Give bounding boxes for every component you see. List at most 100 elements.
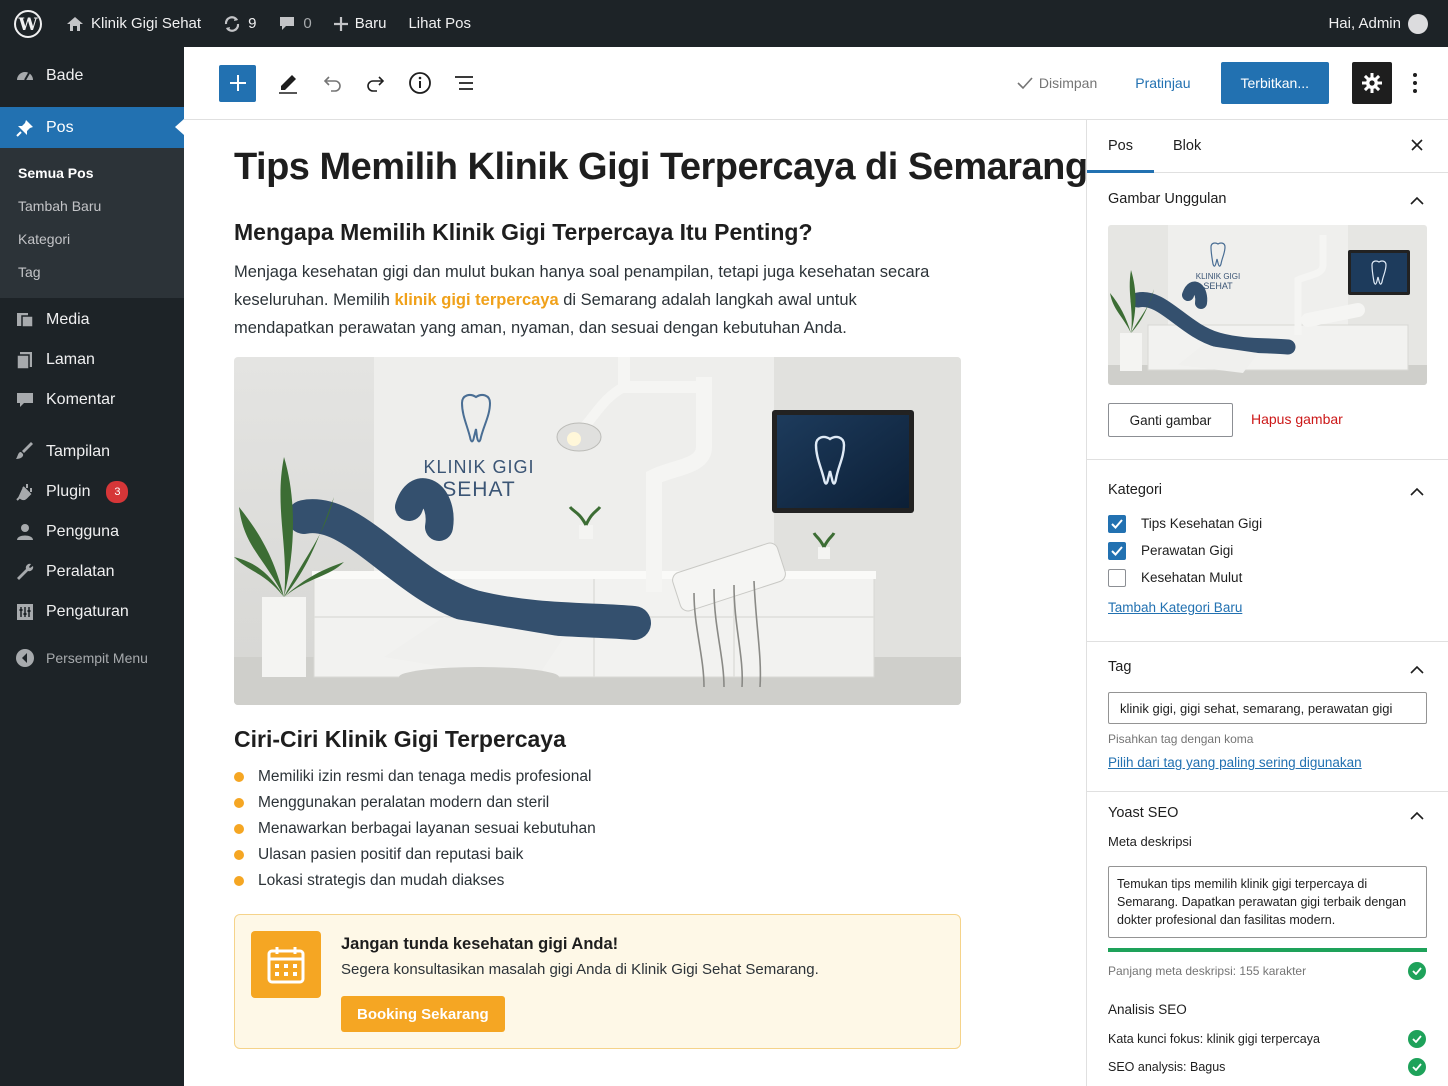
replace-image-button[interactable]: Ganti gambar	[1108, 403, 1233, 437]
list-item: Menggunakan peralatan modern dan steril	[234, 790, 596, 816]
panel-title: Yoast SEO	[1108, 805, 1179, 821]
sidebar-item-media[interactable]: Media	[0, 300, 184, 340]
meta-description-field[interactable]: Temukan tips memilih klinik gigi terperc…	[1108, 866, 1427, 938]
account-menu[interactable]: Hai, Admin	[1317, 0, 1448, 47]
panel-toggle[interactable]: Tag	[1087, 642, 1448, 692]
submenu-categories[interactable]: Kategori	[0, 222, 184, 255]
posts-submenu: Semua Pos Tambah Baru Kategori Tag	[0, 148, 184, 298]
admin-sidebar: Bade Pos Semua Pos Tambah Baru Kategori …	[0, 47, 184, 1086]
meta-length-row: Panjang meta deskripsi: 155 karakter	[1087, 960, 1448, 982]
booking-button[interactable]: Booking Sekarang	[341, 996, 505, 1032]
gear-icon	[1362, 73, 1382, 93]
updates-link[interactable]: 9	[212, 0, 267, 47]
pages-icon	[14, 350, 36, 370]
tools-button[interactable]	[269, 65, 306, 102]
sign-line-2: SEHAT	[442, 478, 515, 501]
list-view-button[interactable]	[445, 65, 482, 102]
panel-toggle[interactable]: Gambar Unggulan	[1087, 173, 1448, 225]
image-block[interactable]: KLINIK GIGI SEHAT	[234, 357, 961, 705]
tags-input[interactable]: klinik gigi, gigi sehat, semarang, peraw…	[1108, 692, 1427, 724]
featured-image-thumbnail[interactable]: KLINIK GIGI SEHAT	[1108, 225, 1427, 385]
comment-icon	[280, 17, 295, 30]
check-circle-icon	[1408, 1058, 1426, 1076]
tab-block[interactable]: Blok	[1173, 120, 1201, 173]
checkbox-checked[interactable]	[1108, 514, 1126, 533]
site-name-link[interactable]: Klinik Gigi Sehat	[55, 0, 212, 47]
close-icon[interactable]	[1410, 138, 1424, 156]
sidebar-item-posts[interactable]: Pos	[0, 107, 184, 148]
new-content-link[interactable]: Baru	[323, 0, 398, 47]
settings-tabs: Pos Blok	[1087, 120, 1448, 173]
paragraph-block[interactable]: Menjaga kesehatan gigi dan mulut bukan h…	[234, 258, 944, 342]
category-label: Kesehatan Mulut	[1141, 570, 1243, 585]
sidebar-item-appearance[interactable]: Tampilan	[0, 432, 184, 472]
post-title[interactable]: Tips Memilih Klinik Gigi Terpercaya di S…	[234, 146, 1086, 189]
meta-length-text: Panjang meta deskripsi: 155 karakter	[1108, 964, 1307, 978]
sidebar-item-pages[interactable]: Laman	[0, 340, 184, 380]
cta-text: Segera konsultasikan masalah gigi Anda d…	[341, 961, 819, 978]
category-checkbox-row[interactable]: Kesehatan Mulut	[1087, 564, 1448, 591]
heading-block[interactable]: Mengapa Memilih Klinik Gigi Terpercaya I…	[234, 219, 813, 246]
updates-icon	[224, 15, 240, 32]
submenu-tags[interactable]: Tag	[0, 255, 184, 288]
sidebar-item-comments[interactable]: Komentar	[0, 380, 184, 420]
comments-link[interactable]: 0	[267, 0, 322, 47]
settings-sidebar: Pos Blok Gambar Unggulan KLINIK GIGI SEH…	[1086, 120, 1448, 1086]
greeting-label: Hai, Admin	[1328, 15, 1401, 32]
heading-block[interactable]: Ciri-Ciri Klinik Gigi Terpercaya	[234, 726, 566, 753]
sidebar-item-plugins[interactable]: Plugin 3	[0, 472, 184, 512]
saved-indicator: Disimpan	[1017, 75, 1097, 91]
view-post-link[interactable]: Lihat Pos	[397, 0, 482, 47]
checkbox-checked[interactable]	[1108, 541, 1126, 560]
publish-button[interactable]: Terbitkan...	[1220, 62, 1329, 104]
settings-toggle-button[interactable]	[1352, 62, 1392, 104]
remove-image-button[interactable]: Hapus gambar	[1251, 411, 1343, 427]
bullet-icon	[234, 876, 244, 886]
tab-post[interactable]: Pos	[1087, 120, 1154, 173]
details-button[interactable]	[401, 65, 438, 102]
preview-button[interactable]: Pratinjau	[1135, 75, 1190, 91]
popular-tags-link[interactable]: Pilih dari tag yang paling sering diguna…	[1087, 755, 1448, 770]
check-circle-icon	[1408, 962, 1426, 980]
category-label: Perawatan Gigi	[1141, 543, 1234, 558]
wordpress-logo-icon[interactable]: W	[0, 0, 55, 47]
panel-toggle[interactable]: Yoast SEO	[1087, 792, 1448, 834]
list-block[interactable]: Memiliki izin resmi dan tenaga medis pro…	[234, 764, 596, 894]
tags-help-text: Pisahkan tag dengan koma	[1108, 732, 1254, 746]
cta-block[interactable]: Jangan tunda kesehatan gigi Anda! Segera…	[234, 914, 961, 1049]
keyword-link[interactable]: klinik gigi terpercaya	[395, 291, 559, 309]
redo-button[interactable]	[357, 65, 394, 102]
sidebar-item-settings[interactable]: Pengaturan	[0, 592, 184, 632]
yoast-seo-panel: Yoast SEO Meta deskripsi Temukan tips me…	[1087, 792, 1448, 1080]
focus-keyword-row: Kata kunci fokus: klinik gigi terpercaya	[1087, 1026, 1448, 1052]
meta-length-progress	[1108, 948, 1427, 952]
submenu-add-new[interactable]: Tambah Baru	[0, 189, 184, 222]
sidebar-item-users[interactable]: Pengguna	[0, 512, 184, 552]
sidebar-item-dashboard[interactable]: Bade	[0, 56, 184, 96]
undo-button[interactable]	[313, 65, 350, 102]
info-icon	[408, 72, 431, 94]
add-category-link[interactable]: Tambah Kategori Baru	[1087, 600, 1448, 615]
checkbox-unchecked[interactable]	[1108, 568, 1126, 587]
focus-keyword-text: Kata kunci fokus: klinik gigi terpercaya	[1108, 1032, 1320, 1046]
seo-score-text: SEO analysis: Bagus	[1108, 1060, 1226, 1074]
site-name-label: Klinik Gigi Sehat	[91, 15, 202, 32]
collapse-menu-button[interactable]: Persempit Menu	[0, 638, 184, 678]
block-inserter-button[interactable]	[219, 64, 256, 102]
sign-line-1: KLINIK GIGI	[423, 457, 534, 477]
sidebar-item-label: Pos	[46, 118, 74, 136]
list-item: Ulasan pasien positif dan reputasi baik	[234, 842, 596, 868]
check-icon	[1017, 77, 1033, 90]
sidebar-item-label: Media	[46, 311, 90, 328]
submenu-all-posts[interactable]: Semua Pos	[0, 156, 184, 189]
sidebar-item-tools[interactable]: Peralatan	[0, 552, 184, 592]
panel-toggle[interactable]: Kategori	[1087, 470, 1448, 510]
category-checkbox-row[interactable]: Perawatan Gigi	[1087, 537, 1448, 564]
sidebar-item-label: Bade	[46, 67, 84, 84]
check-circle-icon	[1408, 1030, 1426, 1048]
panel-title: Tag	[1108, 659, 1132, 675]
category-checkbox-row[interactable]: Tips Kesehatan Gigi	[1087, 510, 1448, 537]
comments-icon	[14, 390, 36, 410]
plus-icon	[229, 75, 246, 91]
options-menu-button[interactable]	[1407, 72, 1423, 94]
